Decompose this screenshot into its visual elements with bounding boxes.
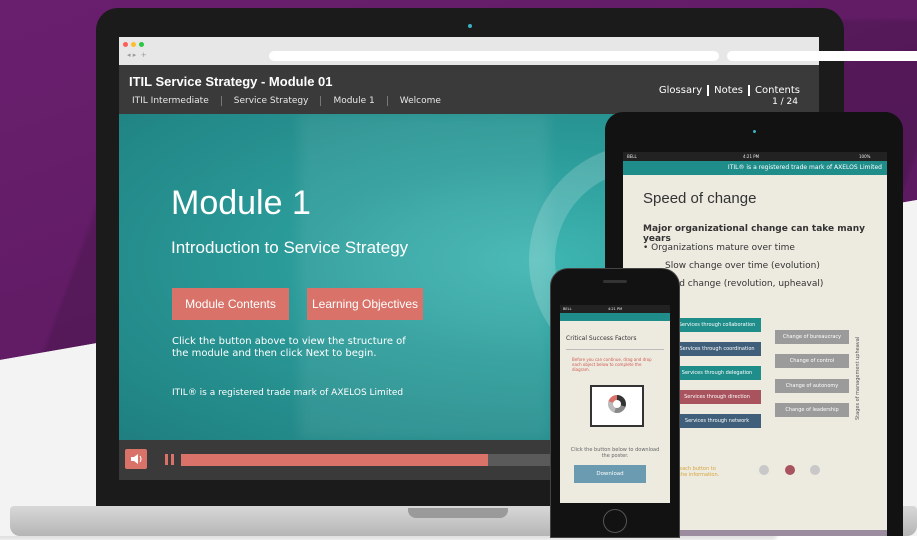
tablet-lead: Major organizational change can take man… (643, 224, 866, 244)
breadcrumb-separator (386, 96, 388, 106)
page-indicator: 1 / 24 (772, 97, 798, 107)
pause-icon[interactable] (165, 454, 174, 465)
nav-separator (748, 85, 751, 96)
status-time: 4:21 PM (743, 154, 760, 159)
diagram-box[interactable]: Change of leadership (775, 403, 849, 417)
phone-screen: BELL 4:21 PM Critical Success Factors Be… (560, 305, 670, 503)
module-contents-button[interactable]: Module Contents (172, 288, 289, 320)
learning-objectives-button[interactable]: Learning Objectives (307, 288, 423, 320)
phone-hint: Click the button below to download the p… (570, 447, 660, 459)
diagram-vertical-label: Stages of management upheaval (855, 336, 861, 420)
phone-slide-title: Critical Success Factors (566, 335, 637, 342)
volume-button[interactable] (125, 449, 147, 469)
diagram-box[interactable]: Change of control (775, 354, 849, 368)
address-bar[interactable] (269, 51, 719, 61)
diagram-box[interactable]: Change of autonomy (775, 379, 849, 393)
minimize-dot-icon[interactable] (131, 42, 136, 47)
tablet-status-bar: BELL 4:21 PM 100% (623, 152, 887, 161)
breadcrumb-item[interactable]: Service Strategy (231, 96, 312, 106)
tablet-bullet: pid change (revolution, upheaval) (671, 279, 824, 289)
phone-teal-band (560, 313, 670, 321)
slide-title: Module 1 (171, 184, 311, 222)
trademark-note: ITIL® is a registered trade mark of AXEL… (172, 388, 404, 398)
laptop-notch (408, 508, 508, 518)
home-button[interactable] (603, 509, 627, 533)
diagram-box[interactable]: Services through network (673, 414, 761, 428)
progress-bar[interactable] (181, 454, 601, 466)
carrier-label: BELL (563, 307, 572, 311)
breadcrumb: ITIL Intermediate Service Strategy Modul… (129, 96, 444, 106)
phone-device: BELL 4:21 PM Critical Success Factors Be… (550, 268, 680, 538)
top-navigation: Glossary Notes Contents (659, 85, 800, 96)
browser-chrome: ◂ ▸ + (119, 37, 917, 65)
phone-status-bar: BELL 4:21 PM (560, 305, 670, 313)
pager-dot-active[interactable] (785, 465, 795, 475)
tablet-bullet: • Organizations mature over time (643, 243, 795, 253)
maximize-dot-icon[interactable] (139, 42, 144, 47)
battery-label: 100% (859, 154, 871, 159)
pager-dot[interactable] (810, 465, 820, 475)
nav-separator (707, 85, 710, 96)
laptop-camera (468, 24, 472, 28)
diagram-box[interactable]: Services through delegation (673, 366, 761, 380)
phone-instruction: Before you can continue, drag and drop e… (572, 357, 652, 372)
poster-easel-icon (590, 385, 644, 427)
donut-chart-icon (608, 395, 626, 413)
diagram-box[interactable]: Services through coordination (673, 342, 761, 356)
browser-search-input[interactable] (727, 51, 917, 61)
tablet-trademark-band: ITIL® is a registered trade mark of AXEL… (623, 161, 887, 175)
slide-subtitle: Introduction to Service Strategy (171, 238, 409, 257)
breadcrumb-item[interactable]: ITIL Intermediate (129, 96, 212, 106)
slide-instruction: Click the button above to view the struc… (172, 336, 406, 359)
breadcrumb-item[interactable]: Module 1 (330, 96, 377, 106)
diagram-box[interactable]: Change of bureaucracy (775, 330, 849, 344)
tablet-slide-title: Speed of change (643, 190, 757, 207)
download-button[interactable]: Download (574, 465, 646, 483)
breadcrumb-separator (320, 96, 322, 106)
course-header: ITIL Service Strategy - Module 01 ITIL I… (119, 65, 819, 114)
pager-dot[interactable] (759, 465, 769, 475)
tablet-bullet: Slow change over time (evolution) (665, 261, 820, 271)
tablet-camera (753, 130, 756, 133)
tablet-hint: each button to the information. (679, 466, 720, 478)
breadcrumb-separator (220, 96, 222, 106)
close-dot-icon[interactable] (123, 42, 128, 47)
course-title: ITIL Service Strategy - Module 01 (129, 74, 333, 89)
diagram-box[interactable]: Services through direction (673, 390, 761, 404)
carrier-label: BELL (627, 154, 637, 159)
nav-arrows-icon[interactable]: ◂ ▸ + (127, 51, 147, 59)
divider (566, 349, 664, 350)
breadcrumb-item[interactable]: Welcome (397, 96, 444, 106)
status-time: 4:21 PM (608, 307, 623, 311)
contents-link[interactable]: Contents (755, 85, 800, 96)
glossary-link[interactable]: Glossary (659, 85, 702, 96)
phone-speaker (603, 280, 627, 283)
notes-link[interactable]: Notes (714, 85, 743, 96)
speaker-icon (131, 454, 142, 464)
diagram-box[interactable]: Services through collaboration (673, 318, 761, 332)
progress-fill (181, 454, 488, 466)
